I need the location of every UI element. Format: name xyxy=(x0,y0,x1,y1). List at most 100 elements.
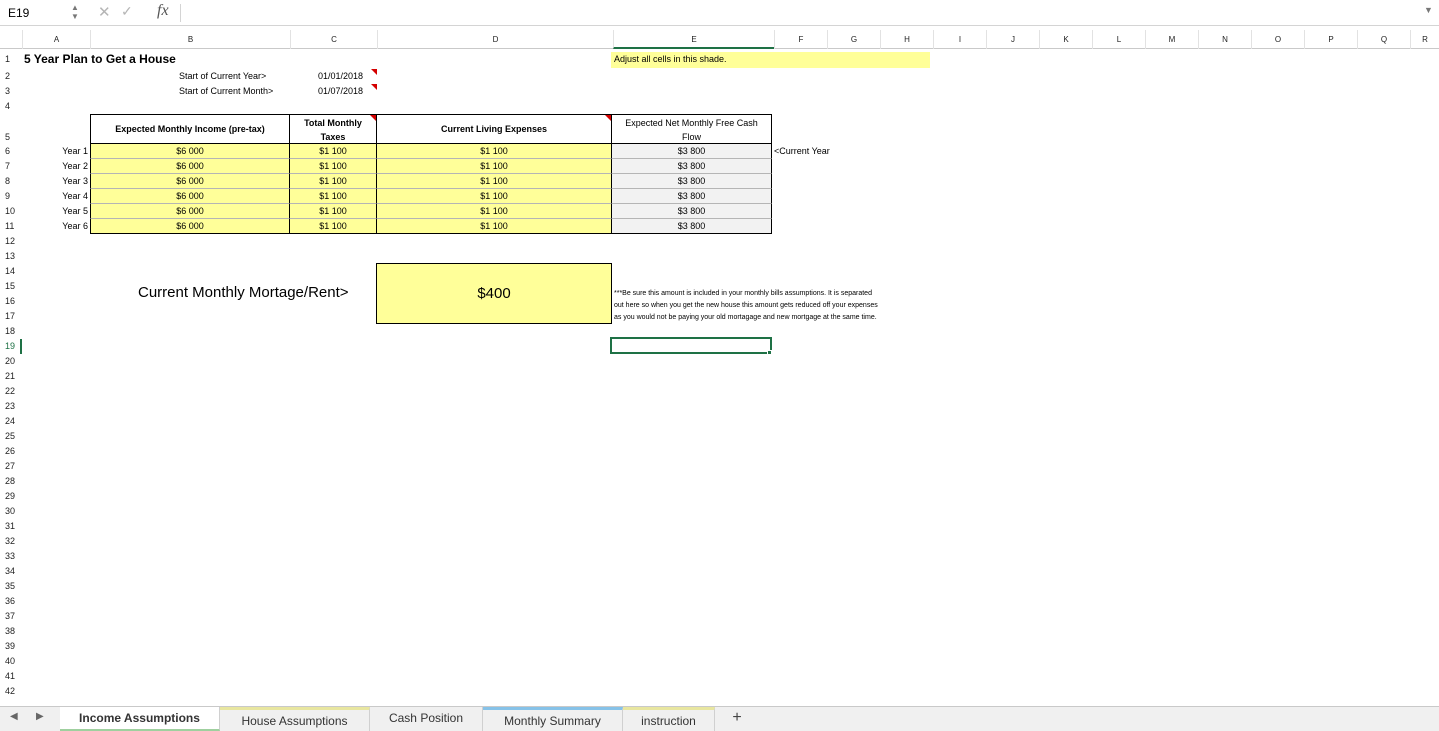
column-header-f[interactable]: F xyxy=(774,30,827,49)
year-label[interactable]: Year 6 xyxy=(30,219,88,234)
row-header-33[interactable]: 33 xyxy=(0,549,22,564)
column-header-o[interactable]: O xyxy=(1251,30,1304,49)
cash-flow-cell[interactable]: $3 800 xyxy=(611,144,772,159)
row-header-22[interactable]: 22 xyxy=(0,384,22,399)
year-label[interactable]: Year 5 xyxy=(30,204,88,219)
column-header-r[interactable]: R xyxy=(1410,30,1439,49)
tab-income-assumptions[interactable]: Income Assumptions xyxy=(60,707,220,731)
tab-cash-position[interactable]: Cash Position xyxy=(370,707,483,731)
sheet-title[interactable]: 5 Year Plan to Get a House xyxy=(24,52,176,67)
selected-cell-E19[interactable] xyxy=(610,337,772,354)
row-header-25[interactable]: 25 xyxy=(0,429,22,444)
row-header-16[interactable]: 16 xyxy=(0,294,22,309)
column-header-q[interactable]: Q xyxy=(1357,30,1410,49)
row-header-27[interactable]: 27 xyxy=(0,459,22,474)
start-month-label[interactable]: Start of Current Month> xyxy=(179,84,273,99)
row-header-17[interactable]: 17 xyxy=(0,309,22,324)
formula-input[interactable] xyxy=(186,3,1416,23)
column-header-g[interactable]: G xyxy=(827,30,880,49)
taxes-cell[interactable]: $1 100 xyxy=(289,159,377,174)
expenses-cell[interactable]: $1 100 xyxy=(376,144,612,159)
fill-handle[interactable] xyxy=(767,350,772,355)
row-header-26[interactable]: 26 xyxy=(0,444,22,459)
cash-flow-cell[interactable]: $3 800 xyxy=(611,204,772,219)
column-header-e[interactable]: E xyxy=(613,30,774,49)
expenses-cell[interactable]: $1 100 xyxy=(376,204,612,219)
taxes-cell[interactable]: $1 100 xyxy=(289,174,377,189)
row-header-10[interactable]: 10 xyxy=(0,204,22,219)
cash-flow-cell[interactable]: $3 800 xyxy=(611,219,772,234)
row-header-5[interactable]: 5 xyxy=(0,130,22,145)
expenses-cell[interactable]: $1 100 xyxy=(376,219,612,234)
row-header-2[interactable]: 2 xyxy=(0,69,22,84)
row-header-42[interactable]: 42 xyxy=(0,684,22,699)
cancel-icon[interactable]: ✕ xyxy=(98,3,111,21)
name-box-spinner-icon[interactable]: ▲ ▼ xyxy=(70,3,80,23)
income-cell[interactable]: $6 000 xyxy=(90,219,290,234)
cash-flow-cell[interactable]: $3 800 xyxy=(611,189,772,204)
income-cell[interactable]: $6 000 xyxy=(90,189,290,204)
year-label[interactable]: Year 2 xyxy=(30,159,88,174)
income-cell[interactable]: $6 000 xyxy=(90,204,290,219)
row-header-32[interactable]: 32 xyxy=(0,534,22,549)
row-header-28[interactable]: 28 xyxy=(0,474,22,489)
row-header-39[interactable]: 39 xyxy=(0,639,22,654)
row-header-29[interactable]: 29 xyxy=(0,489,22,504)
taxes-header[interactable]: Total Monthly Taxes xyxy=(289,114,377,144)
cash-flow-cell[interactable]: $3 800 xyxy=(611,174,772,189)
tab-instruction[interactable]: instruction xyxy=(623,707,715,731)
mortgage-input[interactable]: $400 xyxy=(376,263,612,324)
start-year-value[interactable]: 01/01/2018 xyxy=(318,69,363,84)
row-header-7[interactable]: 7 xyxy=(0,159,22,174)
prev-sheet-icon[interactable]: ◀ xyxy=(10,711,18,722)
expenses-header[interactable]: Current Living Expenses xyxy=(376,114,612,144)
row-header-38[interactable]: 38 xyxy=(0,624,22,639)
row-header-13[interactable]: 13 xyxy=(0,249,22,264)
row-header-20[interactable]: 20 xyxy=(0,354,22,369)
column-header-j[interactable]: J xyxy=(986,30,1039,49)
expenses-cell[interactable]: $1 100 xyxy=(376,174,612,189)
tab-monthly-summary[interactable]: Monthly Summary xyxy=(483,707,623,731)
cash-flow-cell[interactable]: $3 800 xyxy=(611,159,772,174)
income-cell[interactable]: $6 000 xyxy=(90,159,290,174)
row-header-15[interactable]: 15 xyxy=(0,279,22,294)
column-header-a[interactable]: A xyxy=(22,30,90,49)
row-header-21[interactable]: 21 xyxy=(0,369,22,384)
expenses-cell[interactable]: $1 100 xyxy=(376,159,612,174)
row-header-30[interactable]: 30 xyxy=(0,504,22,519)
column-header-l[interactable]: L xyxy=(1092,30,1145,49)
start-year-label[interactable]: Start of Current Year> xyxy=(179,69,266,84)
function-icon[interactable]: fx xyxy=(157,2,169,20)
income-header[interactable]: Expected Monthly Income (pre-tax) xyxy=(90,114,290,144)
tab-house-assumptions[interactable]: House Assumptions xyxy=(220,707,370,731)
row-header-19[interactable]: 19 xyxy=(0,339,22,354)
column-header-m[interactable]: M xyxy=(1145,30,1198,49)
mortgage-label[interactable]: Current Monthly Mortage/Rent> xyxy=(138,284,349,302)
row-header-37[interactable]: 37 xyxy=(0,609,22,624)
column-header-d[interactable]: D xyxy=(377,30,613,49)
shade-hint[interactable]: Adjust all cells in this shade. xyxy=(611,52,930,68)
next-sheet-icon[interactable]: ▶ xyxy=(36,711,44,722)
add-sheet-icon[interactable]: + xyxy=(724,707,750,731)
expenses-cell[interactable]: $1 100 xyxy=(376,189,612,204)
row-header-35[interactable]: 35 xyxy=(0,579,22,594)
row-header-18[interactable]: 18 xyxy=(0,324,22,339)
income-cell[interactable]: $6 000 xyxy=(90,174,290,189)
row-header-40[interactable]: 40 xyxy=(0,654,22,669)
column-header-c[interactable]: C xyxy=(290,30,377,49)
row-header-3[interactable]: 3 xyxy=(0,84,22,99)
column-header-n[interactable]: N xyxy=(1198,30,1251,49)
row-header-24[interactable]: 24 xyxy=(0,414,22,429)
column-header-b[interactable]: B xyxy=(90,30,290,49)
column-header-h[interactable]: H xyxy=(880,30,933,49)
row-header-11[interactable]: 11 xyxy=(0,219,22,234)
taxes-cell[interactable]: $1 100 xyxy=(289,204,377,219)
formula-expand-icon[interactable]: ▼ xyxy=(1424,5,1433,15)
row-header-31[interactable]: 31 xyxy=(0,519,22,534)
row-header-4[interactable]: 4 xyxy=(0,99,22,114)
year-label[interactable]: Year 4 xyxy=(30,189,88,204)
taxes-cell[interactable]: $1 100 xyxy=(289,189,377,204)
row-header-23[interactable]: 23 xyxy=(0,399,22,414)
taxes-cell[interactable]: $1 100 xyxy=(289,144,377,159)
year-label[interactable]: Year 3 xyxy=(30,174,88,189)
